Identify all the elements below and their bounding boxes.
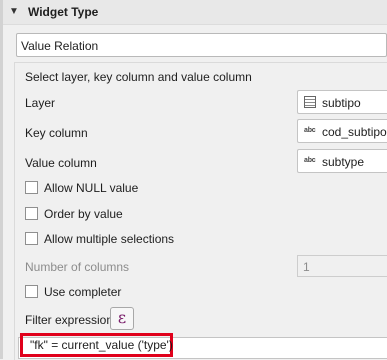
expression-highlight: "fk" = current_value ('type') xyxy=(20,333,173,357)
key-column-value: cod_subtipo xyxy=(322,125,387,139)
key-column-select[interactable]: abc cod_subtipo xyxy=(297,119,387,143)
filter-expression-label: Filter expression xyxy=(25,313,114,327)
text-field-icon: abc xyxy=(304,157,316,164)
text-field-icon: abc xyxy=(304,127,316,134)
allow-multiple-checkbox[interactable] xyxy=(25,232,38,245)
panel-left-edge xyxy=(0,0,3,359)
allow-null-label: Allow NULL value xyxy=(44,181,139,195)
widget-type-value: Value Relation xyxy=(21,39,99,53)
epsilon-icon: ε xyxy=(117,308,127,327)
order-by-value-label: Order by value xyxy=(44,207,123,221)
num-columns-value: 1 xyxy=(303,260,310,274)
section-label: Select layer, key column and value colum… xyxy=(25,70,252,84)
expression-builder-button[interactable]: ε xyxy=(110,307,134,330)
value-column-select[interactable]: abc subtype xyxy=(297,149,387,173)
widget-type-header[interactable]: ▼ Widget Type xyxy=(3,0,387,25)
num-columns-spinbox[interactable]: 1 xyxy=(297,255,387,277)
layer-label: Layer xyxy=(25,96,56,110)
use-completer-label: Use completer xyxy=(44,285,122,299)
layer-select[interactable]: subtipo xyxy=(297,90,387,114)
use-completer-checkbox[interactable] xyxy=(25,285,38,298)
num-columns-label: Number of columns xyxy=(25,260,130,274)
widget-type-select[interactable]: Value Relation xyxy=(16,33,387,57)
table-layer-icon xyxy=(304,96,316,108)
key-column-label: Key column xyxy=(25,126,88,140)
allow-multiple-label: Allow multiple selections xyxy=(44,232,175,246)
widget-type-title: Widget Type xyxy=(28,5,99,19)
layer-value: subtipo xyxy=(322,96,361,110)
collapse-arrow-icon[interactable]: ▼ xyxy=(9,6,19,17)
value-column-label: Value column xyxy=(25,156,97,170)
order-by-value-checkbox[interactable] xyxy=(25,207,38,220)
allow-null-checkbox[interactable] xyxy=(25,181,38,194)
value-column-value: subtype xyxy=(322,155,365,169)
filter-expression-text: "fk" = current_value ('type') xyxy=(30,338,173,352)
